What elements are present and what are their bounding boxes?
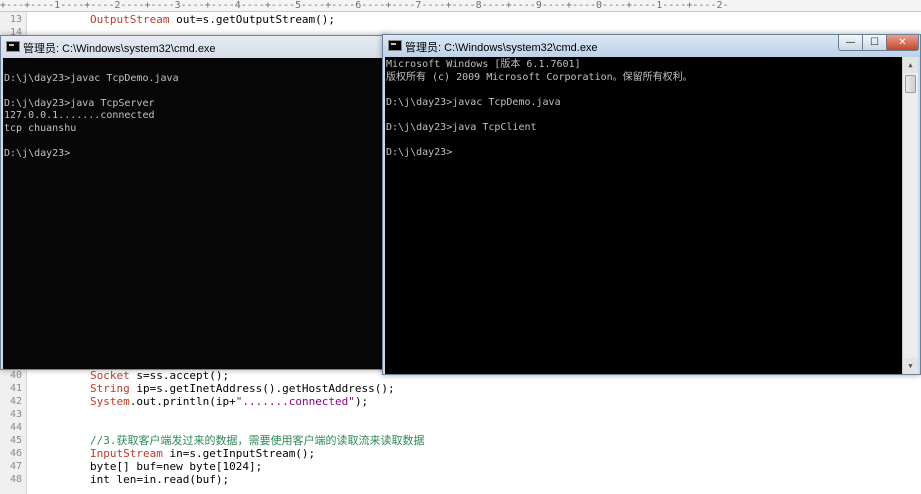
scrollbar-thumb[interactable]: [905, 75, 916, 93]
line-number: 47: [9, 461, 22, 472]
code-token: s=ss.accept();: [129, 369, 230, 382]
code-token: .out.println(ip+: [129, 395, 236, 408]
code-text: System.out.println(ip+".......connected"…: [90, 395, 368, 408]
console-line: D:\j\day23>: [386, 146, 453, 158]
console-line: 版权所有 (c) 2009 Microsoft Corporation。保留所有…: [386, 71, 693, 83]
code-text: Socket s=ss.accept();: [90, 369, 229, 382]
cmd-icon: [6, 41, 20, 52]
minimize-button[interactable]: —: [838, 35, 863, 51]
window-title: 管理员: C:\Windows\system32\cmd.exe: [23, 43, 216, 55]
line-number: 45: [9, 435, 22, 446]
scroll-up-arrow-icon[interactable]: ▲: [903, 57, 918, 73]
code-token: int len=in.read(buf);: [90, 473, 230, 486]
client-cmd-window[interactable]: 管理员: C:\Windows\system32\cmd.exe — ☐ ✕ M…: [382, 34, 921, 375]
line-number: 48: [9, 474, 22, 485]
code-text: String ip=s.getInetAddress().getHostAddr…: [90, 382, 395, 395]
vertical-scrollbar[interactable]: ▲ ▼: [902, 57, 918, 374]
column-ruler: +---+----1----+----2----+----3----+----4…: [0, 0, 921, 12]
line-number: 40: [9, 370, 22, 381]
code-token: System: [90, 395, 130, 408]
line-number: 42: [9, 396, 22, 407]
code-token: ip=s.getInetAddress().getHostAddress();: [129, 382, 395, 395]
code-token: in=s.getInputStream();: [162, 447, 316, 460]
console-line: Microsoft Windows [版本 6.1.7601]: [386, 59, 581, 70]
console-line: D:\j\day23>: [4, 147, 71, 159]
close-button[interactable]: ✕: [887, 35, 919, 51]
code-text: OutputStream out=s.getOutputStream();: [90, 13, 335, 26]
line-number: 46: [9, 448, 22, 459]
line-number: 43: [9, 409, 22, 420]
window-title: 管理员: C:\Windows\system32\cmd.exe: [405, 42, 598, 54]
code-token: ".......connected": [235, 395, 355, 408]
maximize-button[interactable]: ☐: [863, 35, 887, 51]
console-line: 127.0.0.1.......connected: [4, 110, 155, 121]
code-token: Socket: [90, 369, 130, 382]
console-line: D:\j\day23>javac TcpDemo.java: [386, 96, 561, 108]
code-text: byte[] buf=new byte[1024];: [90, 460, 262, 473]
line-number: 44: [9, 422, 22, 433]
line-number: 41: [9, 383, 22, 394]
code-token: OutputStream: [90, 13, 170, 26]
code-token: //3.获取客户端发过来的数据，需要使用客户端的读取流来读取数据: [90, 434, 425, 447]
client-console-output[interactable]: Microsoft Windows [版本 6.1.7601] 版权所有 (c) …: [385, 57, 902, 374]
cmd-icon: [388, 40, 402, 51]
code-text: int len=in.read(buf);: [90, 473, 229, 486]
console-line: D:\j\day23>javac TcpDemo.java: [4, 72, 179, 84]
code-token: String: [90, 382, 130, 395]
code-text: //3.获取客户端发过来的数据，需要使用客户端的读取流来读取数据: [90, 434, 425, 447]
console-line: tcp chuanshu: [4, 122, 77, 134]
code-token: byte[] buf=new byte[1024];: [90, 460, 263, 473]
console-line: D:\j\day23>java TcpClient: [386, 121, 537, 133]
server-cmd-window[interactable]: 管理员: C:\Windows\system32\cmd.exe D:\j\da…: [0, 35, 388, 370]
server-console-output[interactable]: D:\j\day23>javac TcpDemo.java D:\j\day23…: [3, 58, 387, 369]
code-token: out=s.getOutputStream();: [169, 13, 336, 26]
code-text: InputStream in=s.getInputStream();: [90, 447, 315, 460]
client-cmd-titlebar[interactable]: 管理员: C:\Windows\system32\cmd.exe — ☐ ✕: [383, 35, 920, 57]
line-number: 13: [9, 14, 22, 25]
server-cmd-titlebar[interactable]: 管理员: C:\Windows\system32\cmd.exe: [1, 36, 387, 58]
console-line: D:\j\day23>java TcpServer: [4, 97, 155, 109]
code-token: InputStream: [90, 447, 163, 460]
code-token: );: [354, 395, 369, 408]
scroll-down-arrow-icon[interactable]: ▼: [903, 358, 918, 374]
